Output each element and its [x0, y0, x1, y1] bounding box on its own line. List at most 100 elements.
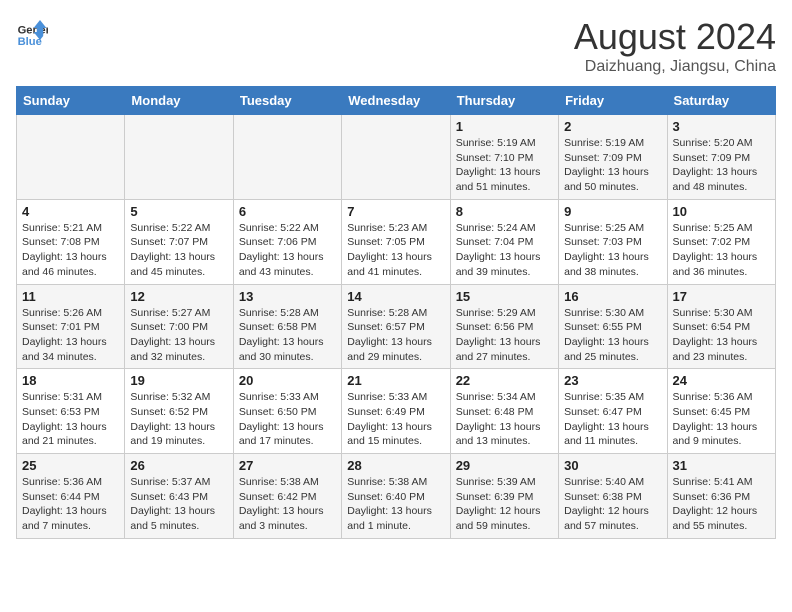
calendar-cell: [342, 115, 450, 200]
day-number: 16: [564, 289, 661, 304]
calendar-cell: 22 Sunrise: 5:34 AM Sunset: 6:48 PM Dayli…: [450, 369, 558, 454]
weekday-header-sunday: Sunday: [17, 87, 125, 115]
calendar-cell: 27Sunrise: 5:38 AM Sunset: 6:42 PM Dayli…: [233, 454, 341, 539]
day-info: Sunrise: 5:27 AM Sunset: 7:00 PM Dayligh…: [130, 306, 227, 365]
day-info: Sunrise: 5:19 AM Sunset: 7:09 PM Dayligh…: [564, 136, 661, 195]
day-info: Sunrise: 5:28 AM Sunset: 6:57 PM Dayligh…: [347, 306, 444, 365]
calendar-cell: 7 Sunrise: 5:23 AM Sunset: 7:05 PM Daylig…: [342, 199, 450, 284]
day-info: Sunrise: 5:40 AM Sunset: 6:38 PM Dayligh…: [564, 475, 661, 534]
day-info: Sunrise: 5:22 AM Sunset: 7:06 PM Dayligh…: [239, 221, 336, 280]
day-info: Sunrise: 5:30 AM Sunset: 6:54 PM Dayligh…: [673, 306, 770, 365]
day-number: 22: [456, 373, 553, 388]
calendar-cell: 10 Sunrise: 5:25 AM Sunset: 7:02 PM Dayli…: [667, 199, 775, 284]
day-number: 30: [564, 458, 661, 473]
day-number: 11: [22, 289, 119, 304]
weekday-header-tuesday: Tuesday: [233, 87, 341, 115]
day-info: Sunrise: 5:25 AM Sunset: 7:02 PM Dayligh…: [673, 221, 770, 280]
logo-icon: General Blue: [16, 16, 48, 48]
calendar-cell: 29 Sunrise: 5:39 AM Sunset: 6:39 PM Dayli…: [450, 454, 558, 539]
day-number: 27: [239, 458, 336, 473]
day-info: Sunrise: 5:37 AM Sunset: 6:43 PM Dayligh…: [130, 475, 227, 534]
calendar-cell: 12Sunrise: 5:27 AM Sunset: 7:00 PM Dayli…: [125, 284, 233, 369]
day-number: 13: [239, 289, 336, 304]
day-number: 3: [673, 119, 770, 134]
weekday-header-row: SundayMondayTuesdayWednesdayThursdayFrid…: [17, 87, 776, 115]
calendar-cell: 13Sunrise: 5:28 AM Sunset: 6:58 PM Dayli…: [233, 284, 341, 369]
day-number: 2: [564, 119, 661, 134]
calendar-cell: 2 Sunrise: 5:19 AM Sunset: 7:09 PM Daylig…: [559, 115, 667, 200]
day-number: 25: [22, 458, 119, 473]
day-info: Sunrise: 5:33 AM Sunset: 6:49 PM Dayligh…: [347, 390, 444, 449]
calendar-cell: 8 Sunrise: 5:24 AM Sunset: 7:04 PM Daylig…: [450, 199, 558, 284]
page-header: General Blue August 2024 Daizhuang, Jian…: [16, 16, 776, 76]
calendar-cell: 23 Sunrise: 5:35 AM Sunset: 6:47 PM Dayli…: [559, 369, 667, 454]
weekday-header-wednesday: Wednesday: [342, 87, 450, 115]
calendar-cell: [125, 115, 233, 200]
calendar-cell: [233, 115, 341, 200]
day-info: Sunrise: 5:32 AM Sunset: 6:52 PM Dayligh…: [130, 390, 227, 449]
week-row-2: 4 Sunrise: 5:21 AM Sunset: 7:08 PM Daylig…: [17, 199, 776, 284]
weekday-header-thursday: Thursday: [450, 87, 558, 115]
day-number: 7: [347, 204, 444, 219]
month-year: August 2024: [574, 16, 776, 58]
calendar-cell: 20 Sunrise: 5:33 AM Sunset: 6:50 PM Dayli…: [233, 369, 341, 454]
calendar-cell: 18Sunrise: 5:31 AM Sunset: 6:53 PM Dayli…: [17, 369, 125, 454]
weekday-header-saturday: Saturday: [667, 87, 775, 115]
calendar-cell: 15 Sunrise: 5:29 AM Sunset: 6:56 PM Dayli…: [450, 284, 558, 369]
day-info: Sunrise: 5:33 AM Sunset: 6:50 PM Dayligh…: [239, 390, 336, 449]
day-number: 29: [456, 458, 553, 473]
day-number: 8: [456, 204, 553, 219]
calendar-cell: [17, 115, 125, 200]
calendar-cell: 30 Sunrise: 5:40 AM Sunset: 6:38 PM Dayli…: [559, 454, 667, 539]
weekday-header-friday: Friday: [559, 87, 667, 115]
calendar-cell: 21Sunrise: 5:33 AM Sunset: 6:49 PM Dayli…: [342, 369, 450, 454]
day-info: Sunrise: 5:34 AM Sunset: 6:48 PM Dayligh…: [456, 390, 553, 449]
day-info: Sunrise: 5:23 AM Sunset: 7:05 PM Dayligh…: [347, 221, 444, 280]
calendar-cell: 14 Sunrise: 5:28 AM Sunset: 6:57 PM Dayli…: [342, 284, 450, 369]
day-info: Sunrise: 5:21 AM Sunset: 7:08 PM Dayligh…: [22, 221, 119, 280]
day-info: Sunrise: 5:39 AM Sunset: 6:39 PM Dayligh…: [456, 475, 553, 534]
calendar-cell: 11 Sunrise: 5:26 AM Sunset: 7:01 PM Dayli…: [17, 284, 125, 369]
day-info: Sunrise: 5:36 AM Sunset: 6:45 PM Dayligh…: [673, 390, 770, 449]
day-info: Sunrise: 5:22 AM Sunset: 7:07 PM Dayligh…: [130, 221, 227, 280]
weekday-header-monday: Monday: [125, 87, 233, 115]
day-number: 31: [673, 458, 770, 473]
day-number: 28: [347, 458, 444, 473]
day-info: Sunrise: 5:41 AM Sunset: 6:36 PM Dayligh…: [673, 475, 770, 534]
logo: General Blue: [16, 16, 48, 48]
title-block: August 2024 Daizhuang, Jiangsu, China: [574, 16, 776, 76]
day-number: 15: [456, 289, 553, 304]
day-info: Sunrise: 5:24 AM Sunset: 7:04 PM Dayligh…: [456, 221, 553, 280]
calendar-cell: 1Sunrise: 5:19 AM Sunset: 7:10 PM Daylig…: [450, 115, 558, 200]
calendar-cell: 25 Sunrise: 5:36 AM Sunset: 6:44 PM Dayli…: [17, 454, 125, 539]
week-row-5: 25 Sunrise: 5:36 AM Sunset: 6:44 PM Dayli…: [17, 454, 776, 539]
calendar-cell: 3 Sunrise: 5:20 AM Sunset: 7:09 PM Daylig…: [667, 115, 775, 200]
day-number: 24: [673, 373, 770, 388]
day-info: Sunrise: 5:35 AM Sunset: 6:47 PM Dayligh…: [564, 390, 661, 449]
day-number: 23: [564, 373, 661, 388]
day-number: 10: [673, 204, 770, 219]
day-info: Sunrise: 5:38 AM Sunset: 6:40 PM Dayligh…: [347, 475, 444, 534]
day-info: Sunrise: 5:36 AM Sunset: 6:44 PM Dayligh…: [22, 475, 119, 534]
calendar-table: SundayMondayTuesdayWednesdayThursdayFrid…: [16, 86, 776, 539]
day-number: 4: [22, 204, 119, 219]
day-info: Sunrise: 5:31 AM Sunset: 6:53 PM Dayligh…: [22, 390, 119, 449]
day-info: Sunrise: 5:25 AM Sunset: 7:03 PM Dayligh…: [564, 221, 661, 280]
calendar-cell: 26Sunrise: 5:37 AM Sunset: 6:43 PM Dayli…: [125, 454, 233, 539]
calendar-cell: 24 Sunrise: 5:36 AM Sunset: 6:45 PM Dayli…: [667, 369, 775, 454]
day-number: 14: [347, 289, 444, 304]
week-row-1: 1Sunrise: 5:19 AM Sunset: 7:10 PM Daylig…: [17, 115, 776, 200]
day-info: Sunrise: 5:29 AM Sunset: 6:56 PM Dayligh…: [456, 306, 553, 365]
day-number: 17: [673, 289, 770, 304]
day-number: 19: [130, 373, 227, 388]
location: Daizhuang, Jiangsu, China: [574, 58, 776, 76]
calendar-cell: 16 Sunrise: 5:30 AM Sunset: 6:55 PM Dayli…: [559, 284, 667, 369]
day-info: Sunrise: 5:20 AM Sunset: 7:09 PM Dayligh…: [673, 136, 770, 195]
day-number: 9: [564, 204, 661, 219]
calendar-cell: 9 Sunrise: 5:25 AM Sunset: 7:03 PM Daylig…: [559, 199, 667, 284]
week-row-3: 11 Sunrise: 5:26 AM Sunset: 7:01 PM Dayli…: [17, 284, 776, 369]
day-info: Sunrise: 5:26 AM Sunset: 7:01 PM Dayligh…: [22, 306, 119, 365]
day-info: Sunrise: 5:30 AM Sunset: 6:55 PM Dayligh…: [564, 306, 661, 365]
week-row-4: 18Sunrise: 5:31 AM Sunset: 6:53 PM Dayli…: [17, 369, 776, 454]
day-number: 20: [239, 373, 336, 388]
